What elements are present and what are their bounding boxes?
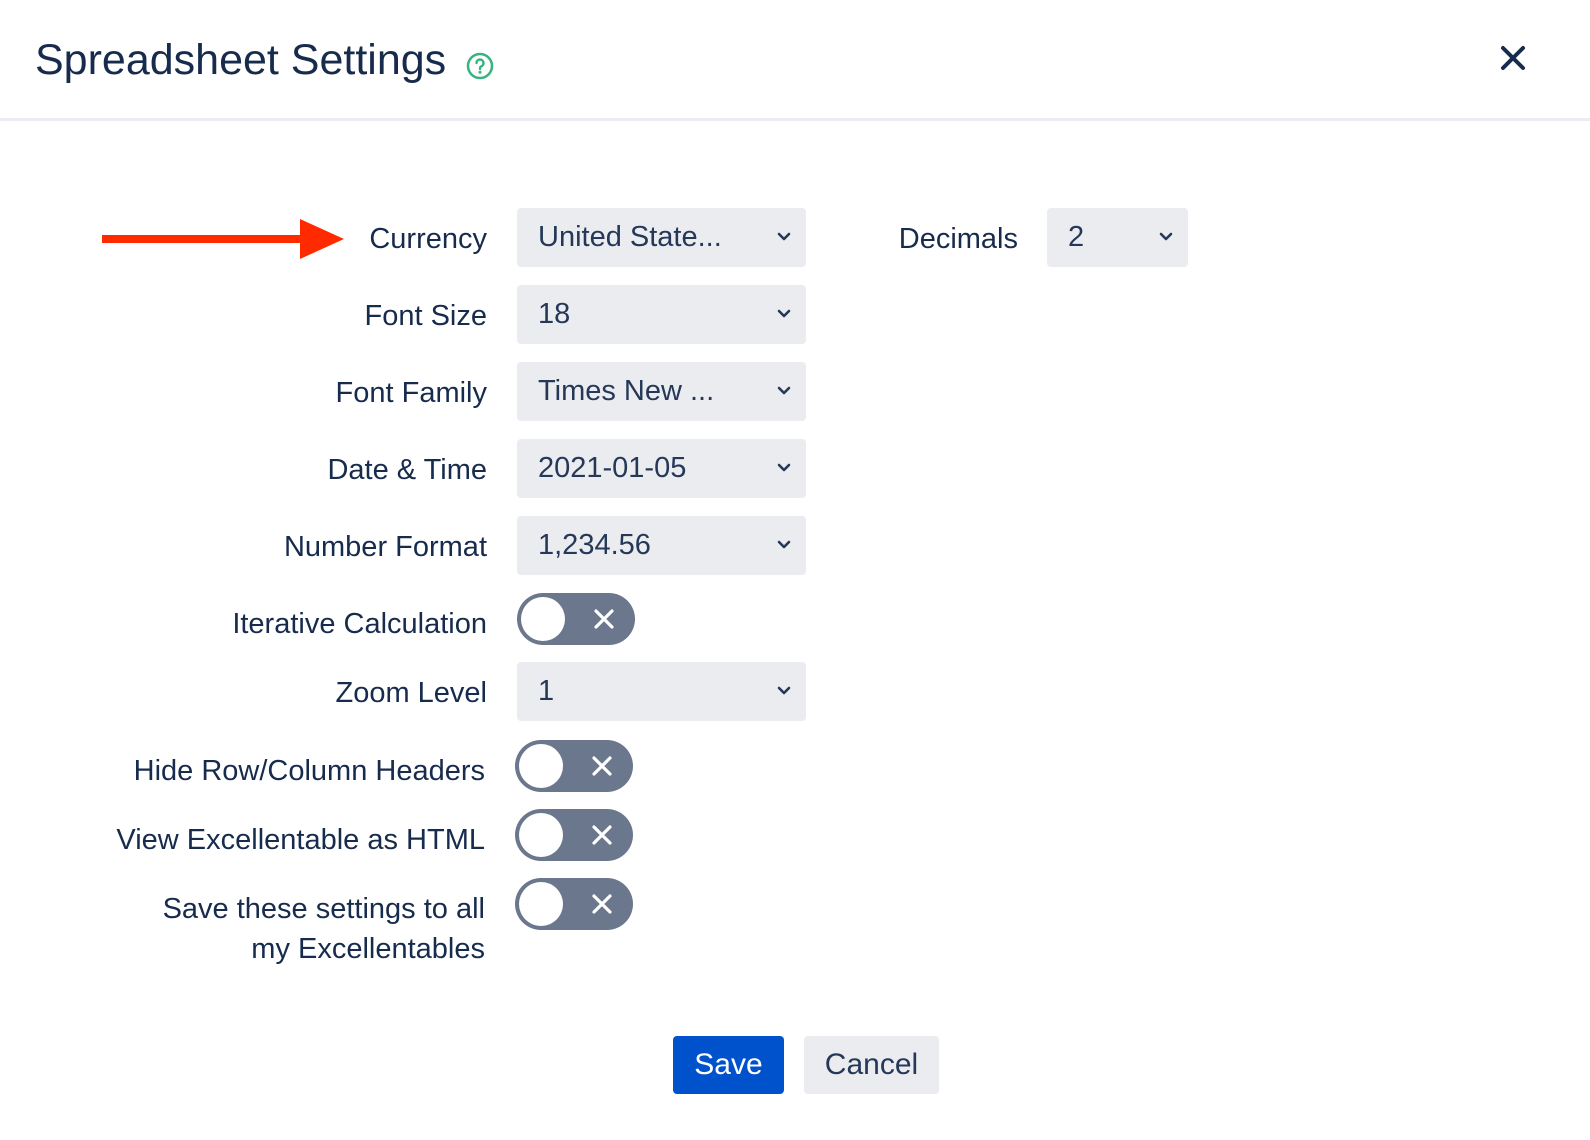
chevron-down-icon — [777, 686, 791, 695]
font-size-select-value: 18 — [538, 298, 571, 330]
currency-label: Currency — [369, 223, 487, 255]
chevron-down-icon — [777, 540, 791, 549]
red-arrow-annotation — [102, 219, 344, 259]
iterative-calculation-label: Iterative Calculation — [232, 608, 487, 640]
save-all-toggle[interactable] — [515, 878, 633, 930]
cancel-button[interactable]: Cancel — [804, 1036, 939, 1094]
cross-icon — [594, 609, 614, 629]
question-circle-icon[interactable] — [466, 52, 494, 80]
decimals-label: Decimals — [898, 223, 1018, 255]
chevron-down-icon — [777, 463, 791, 472]
toggle-knob — [519, 882, 563, 926]
save-button[interactable]: Save — [673, 1036, 784, 1094]
zoom-level-select-value: 1 — [538, 675, 555, 707]
decimals-select-value: 2 — [1068, 221, 1085, 253]
chevron-down-icon — [777, 232, 791, 241]
currency-select-value: United State... — [538, 221, 722, 253]
close-icon[interactable] — [1493, 38, 1533, 78]
font-size-select[interactable]: 18 — [517, 285, 806, 344]
cross-icon — [592, 756, 612, 776]
zoom-level-label: Zoom Level — [335, 677, 487, 709]
font-family-select[interactable]: Times New ... — [517, 362, 806, 421]
cross-icon — [592, 825, 612, 845]
currency-select[interactable]: United State... — [517, 208, 806, 267]
number-format-select[interactable]: 1,234.56 — [517, 516, 806, 575]
hide-headers-toggle[interactable] — [515, 740, 633, 792]
font-size-label: Font Size — [364, 300, 488, 332]
zoom-level-select[interactable]: 1 — [517, 662, 806, 721]
hide-headers-label: Hide Row/Column Headers — [133, 755, 485, 787]
spreadsheet-settings-dialog: Spreadsheet Settings Currency United Sta… — [0, 0, 1590, 1140]
toggle-knob — [521, 597, 565, 641]
save-all-label-line2: my Excellentables — [251, 933, 485, 965]
date-time-select[interactable]: 2021-01-05 — [517, 439, 806, 498]
chevron-down-icon — [777, 386, 791, 395]
font-family-label: Font Family — [335, 377, 487, 409]
chevron-down-icon — [1159, 232, 1173, 241]
font-family-select-value: Times New ... — [538, 375, 715, 407]
dialog-header: Spreadsheet Settings — [0, 0, 1590, 121]
dialog-title: Spreadsheet Settings — [35, 36, 447, 84]
decimals-select[interactable]: 2 — [1047, 208, 1188, 267]
chevron-down-icon — [777, 309, 791, 318]
number-format-select-value: 1,234.56 — [538, 529, 651, 561]
save-all-label-line1: Save these settings to all — [162, 893, 485, 925]
toggle-knob — [519, 813, 563, 857]
date-time-label: Date & Time — [327, 454, 487, 486]
view-html-toggle[interactable] — [515, 809, 633, 861]
toggle-knob — [519, 744, 563, 788]
date-time-select-value: 2021-01-05 — [538, 452, 687, 484]
number-format-label: Number Format — [283, 531, 487, 563]
view-html-label: View Excellentable as HTML — [116, 824, 485, 856]
cross-icon — [592, 894, 612, 914]
iterative-calculation-toggle[interactable] — [517, 593, 635, 645]
